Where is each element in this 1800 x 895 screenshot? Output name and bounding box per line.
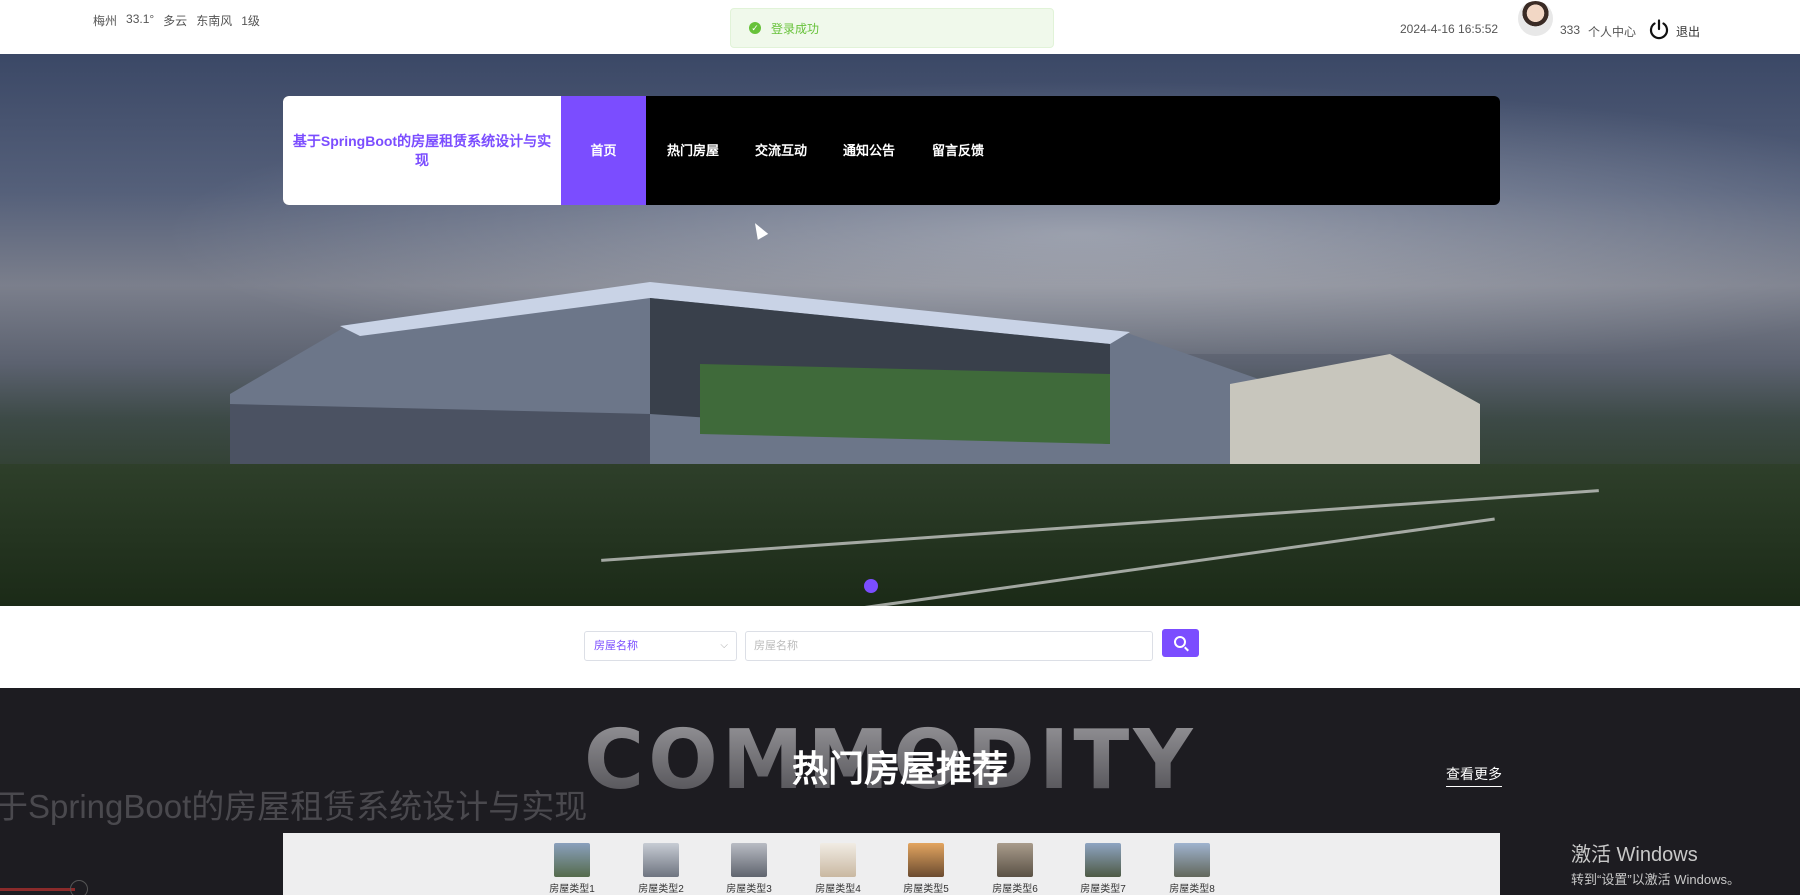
house-thumbnail (820, 843, 856, 877)
nav-item-feedback[interactable]: 留言反馈 (932, 96, 984, 205)
top-bar: 梅州 33.1° 多云 东南风 1级 ✓ 登录成功 2024-4-16 16:5… (0, 0, 1800, 54)
category-label: 房屋类型1 (549, 884, 595, 895)
category-item[interactable]: 房屋类型6 (980, 843, 1050, 895)
category-label: 房屋类型3 (726, 884, 772, 895)
house-thumbnail (997, 843, 1033, 877)
profile-link[interactable]: 个人中心 (1588, 23, 1636, 40)
main-nav: 基于SpringBoot的房屋租赁系统设计与实现 首页 热门房屋 交流互动 通知… (283, 96, 1500, 205)
watermark-line1: 激活 Windows (1571, 844, 1698, 866)
hot-houses-section: COMMODITY 热门房屋推荐 查看更多 于SpringBoot的房屋租赁系统… (0, 688, 1800, 895)
category-label: 房屋类型6 (992, 884, 1038, 895)
house-thumbnail (554, 843, 590, 877)
weather-level: 1级 (241, 14, 260, 28)
house-thumbnail (731, 843, 767, 877)
house-thumbnail (643, 843, 679, 877)
category-item[interactable]: 房屋类型5 (891, 843, 961, 895)
house-thumbnail (1174, 843, 1210, 877)
current-datetime: 2024-4-16 16:5:52 (1400, 22, 1499, 36)
weather-info: 梅州 33.1° 多云 东南风 1级 (93, 12, 260, 29)
check-circle-icon: ✓ (749, 22, 761, 34)
chevron-down-icon: ⌵ (720, 640, 728, 651)
select-value: 房屋名称 (594, 640, 638, 652)
view-more-link[interactable]: 查看更多 (1446, 764, 1502, 787)
house-thumbnail (908, 843, 944, 877)
weather-wind: 东南风 (196, 14, 233, 28)
category-item[interactable]: 房屋类型3 (714, 843, 784, 895)
search-icon (1174, 636, 1186, 648)
nav-item-hot-houses[interactable]: 热门房屋 (667, 96, 719, 205)
nav-item-notices[interactable]: 通知公告 (843, 96, 895, 205)
category-label: 房屋类型7 (1080, 884, 1126, 895)
search-button[interactable] (1162, 629, 1199, 657)
login-success-toast: ✓ 登录成功 (730, 8, 1054, 48)
weather-temp: 33.1° (126, 12, 155, 26)
house-thumbnail (1085, 843, 1121, 877)
site-brand[interactable]: 基于SpringBoot的房屋租赁系统设计与实现 (283, 96, 561, 205)
category-item[interactable]: 房屋类型8 (1157, 843, 1227, 895)
banner-grass (0, 464, 1800, 606)
toast-message: 登录成功 (771, 21, 820, 36)
slider-handle[interactable] (70, 880, 88, 895)
category-strip: 房屋类型1 房屋类型2 房屋类型3 房屋类型4 房屋类型5 房屋类型6 房屋类型… (283, 833, 1500, 895)
search-bar: 房屋名称 ⌵ (0, 606, 1800, 688)
nav-item-forum[interactable]: 交流互动 (755, 96, 807, 205)
category-item[interactable]: 房屋类型7 (1068, 843, 1138, 895)
search-input[interactable] (745, 631, 1153, 661)
username: 333 (1560, 23, 1581, 37)
category-label: 房屋类型2 (638, 884, 684, 895)
avatar[interactable] (1518, 1, 1553, 36)
windows-activation-watermark: 激活 Windows 转到“设置”以激活 Windows。 (1571, 838, 1740, 888)
weather-sky: 多云 (163, 14, 188, 28)
category-label: 房屋类型8 (1169, 884, 1215, 895)
nav-item-home[interactable]: 首页 (561, 96, 646, 205)
category-label: 房屋类型4 (815, 884, 861, 895)
watermark-line2: 转到“设置”以激活 Windows。 (1571, 872, 1741, 887)
carousel-dot[interactable] (864, 579, 878, 593)
category-label: 房屋类型5 (903, 884, 949, 895)
power-icon[interactable] (1647, 18, 1671, 42)
ghost-title-text: 于SpringBoot的房屋租赁系统设计与实现 (0, 788, 588, 825)
category-item[interactable]: 房屋类型4 (803, 843, 873, 895)
search-field-select[interactable]: 房屋名称 ⌵ (584, 631, 737, 661)
slider-track (0, 888, 75, 891)
weather-city: 梅州 (93, 14, 118, 28)
banner-building-illustration (230, 282, 1480, 464)
category-item[interactable]: 房屋类型1 (537, 843, 607, 895)
category-item[interactable]: 房屋类型2 (626, 843, 696, 895)
logout-button[interactable]: 退出 (1676, 23, 1700, 40)
